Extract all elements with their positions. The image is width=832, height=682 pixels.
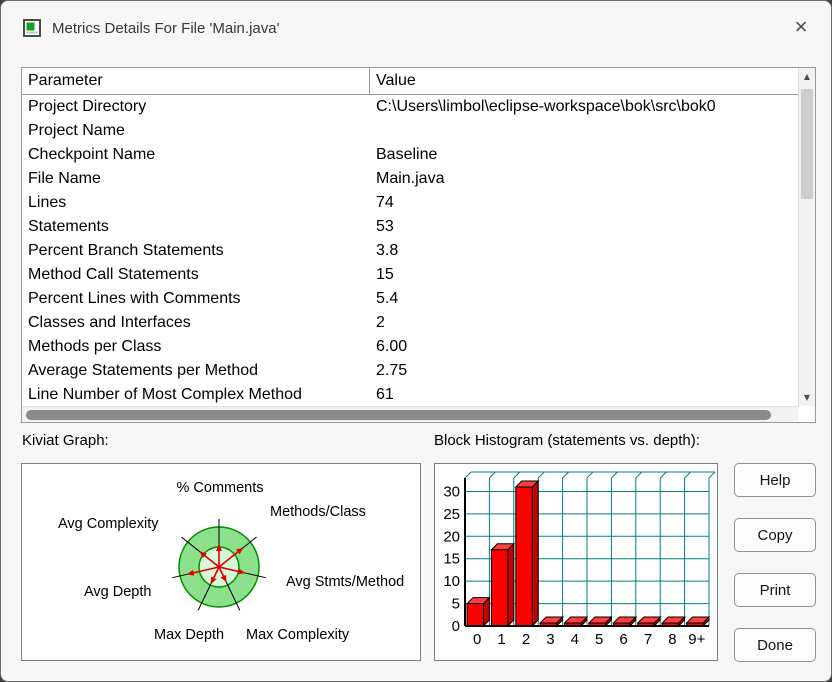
- value-cell: 2: [376, 314, 385, 331]
- table-row[interactable]: Statements 53: [22, 215, 798, 239]
- metrics-table: Parameter Value Project Directory C:\User…: [21, 67, 816, 423]
- table-row[interactable]: Line Number of Most Complex Method 61: [22, 383, 798, 406]
- metrics-details-dialog: Metrics Details For File 'Main.java' × P…: [0, 0, 832, 682]
- parameter-cell: Statements: [28, 218, 109, 235]
- scroll-up-icon: ▲: [803, 72, 811, 81]
- vertical-scrollbar[interactable]: ▲ ▼: [798, 68, 815, 406]
- kiviat-axis-label-avg-complexity: Avg Complexity: [58, 516, 159, 532]
- column-header-parameter[interactable]: Parameter: [22, 68, 370, 94]
- table-row[interactable]: Methods per Class 6.00: [22, 335, 798, 359]
- value-cell: 61: [376, 386, 394, 403]
- value-cell: 53: [376, 218, 394, 235]
- value-cell: 3.8: [376, 242, 399, 259]
- kiviat-axis-label-avg-depth: Avg Depth: [84, 584, 152, 600]
- svg-text:9+: 9+: [688, 631, 705, 648]
- svg-text:20: 20: [443, 528, 460, 545]
- close-icon[interactable]: ×: [783, 11, 819, 43]
- table-header: Parameter Value: [22, 68, 815, 95]
- block-histogram-panel: 0 5 10 15 20 25 30 0 1 2 3 4 5 6 7 8 9+: [434, 463, 718, 661]
- svg-text:4: 4: [571, 631, 579, 648]
- parameter-cell: Average Statements per Method: [28, 362, 259, 379]
- value-cell: 74: [376, 194, 394, 211]
- table-row[interactable]: Lines 74: [22, 191, 798, 215]
- kiviat-section-label: Kiviat Graph:: [22, 432, 109, 449]
- parameter-cell: Line Number of Most Complex Method: [28, 386, 302, 403]
- svg-text:0: 0: [473, 631, 481, 648]
- svg-text:3: 3: [546, 631, 554, 648]
- kiviat-axis-label-percent-comments: % Comments: [176, 480, 264, 496]
- horizontal-scroll-thumb[interactable]: [26, 410, 771, 420]
- table-row[interactable]: Classes and Interfaces 2: [22, 311, 798, 335]
- svg-text:0: 0: [452, 618, 460, 635]
- value-cell: C:\Users\limbol\eclipse-workspace\bok\sr…: [376, 98, 716, 115]
- parameter-cell: Percent Branch Statements: [28, 242, 224, 259]
- svg-text:8: 8: [668, 631, 676, 648]
- copy-button[interactable]: Copy: [734, 518, 816, 552]
- svg-text:6: 6: [619, 631, 627, 648]
- value-cell: 5.4: [376, 290, 399, 307]
- window-title: Metrics Details For File 'Main.java': [52, 19, 280, 37]
- parameter-cell: Methods per Class: [28, 338, 162, 355]
- svg-text:7: 7: [644, 631, 652, 648]
- value-cell: Main.java: [376, 170, 445, 187]
- table-row[interactable]: File Name Main.java: [22, 167, 798, 191]
- value-cell: 15: [376, 266, 394, 283]
- svg-text:25: 25: [443, 506, 460, 523]
- kiviat-axis-label-methods-per-class: Methods/Class: [270, 504, 366, 520]
- parameter-cell: Classes and Interfaces: [28, 314, 191, 331]
- svg-text:5: 5: [452, 596, 460, 613]
- kiviat-axis-label-avg-stmts-per-method: Avg Stmts/Method: [286, 574, 405, 590]
- value-cell: 6.00: [376, 338, 408, 355]
- parameter-cell: Percent Lines with Comments: [28, 290, 241, 307]
- horizontal-scrollbar[interactable]: [22, 406, 798, 422]
- metrics-table-body: Project Directory C:\Users\limbol\eclipse…: [22, 95, 798, 406]
- svg-text:2: 2: [522, 631, 530, 648]
- value-cell: Baseline: [376, 146, 438, 163]
- table-row[interactable]: Checkpoint Name Baseline: [22, 143, 798, 167]
- svg-text:30: 30: [443, 483, 460, 500]
- svg-text:10: 10: [443, 573, 460, 590]
- table-row[interactable]: Percent Lines with Comments 5.4: [22, 287, 798, 311]
- table-row[interactable]: Average Statements per Method 2.75: [22, 359, 798, 383]
- parameter-cell: Project Directory: [28, 98, 147, 115]
- table-row[interactable]: Project Name: [22, 119, 798, 143]
- help-button[interactable]: Help: [734, 463, 816, 497]
- kiviat-axis-label-max-depth: Max Depth: [154, 627, 225, 643]
- histogram-section-label: Block Histogram (statements vs. depth):: [434, 432, 700, 449]
- value-cell: 2.75: [376, 362, 408, 379]
- svg-text:1: 1: [497, 631, 505, 648]
- app-icon: [23, 19, 41, 37]
- svg-text:15: 15: [443, 551, 460, 568]
- kiviat-axis-label-max-complexity: Max Complexity: [246, 627, 350, 643]
- done-button[interactable]: Done: [734, 628, 816, 662]
- value-cell: [370, 119, 798, 143]
- table-row[interactable]: Method Call Statements 15: [22, 263, 798, 287]
- table-row[interactable]: Project Directory C:\Users\limbol\eclipse…: [22, 95, 798, 119]
- kiviat-graph-panel: % Comments Methods/Class Avg Stmts/Metho…: [21, 463, 421, 661]
- table-row[interactable]: Percent Branch Statements 3.8: [22, 239, 798, 263]
- title-bar: Metrics Details For File 'Main.java' ×: [1, 1, 831, 55]
- svg-text:5: 5: [595, 631, 603, 648]
- parameter-cell: File Name: [28, 170, 101, 187]
- column-header-value[interactable]: Value: [370, 68, 815, 94]
- scroll-down-button[interactable]: ▼: [799, 389, 815, 406]
- vertical-scroll-thumb[interactable]: [801, 89, 813, 199]
- scroll-down-icon: ▼: [803, 393, 811, 402]
- histogram-svg: 0510152025300 1 2 3 4 5 6 7 8 9+: [443, 471, 716, 648]
- print-button[interactable]: Print: [734, 573, 816, 607]
- scroll-up-button[interactable]: ▲: [799, 68, 815, 85]
- parameter-cell: Project Name: [28, 122, 125, 139]
- parameter-cell: Checkpoint Name: [28, 146, 156, 163]
- parameter-cell: Method Call Statements: [28, 266, 199, 283]
- parameter-cell: Lines: [28, 194, 67, 211]
